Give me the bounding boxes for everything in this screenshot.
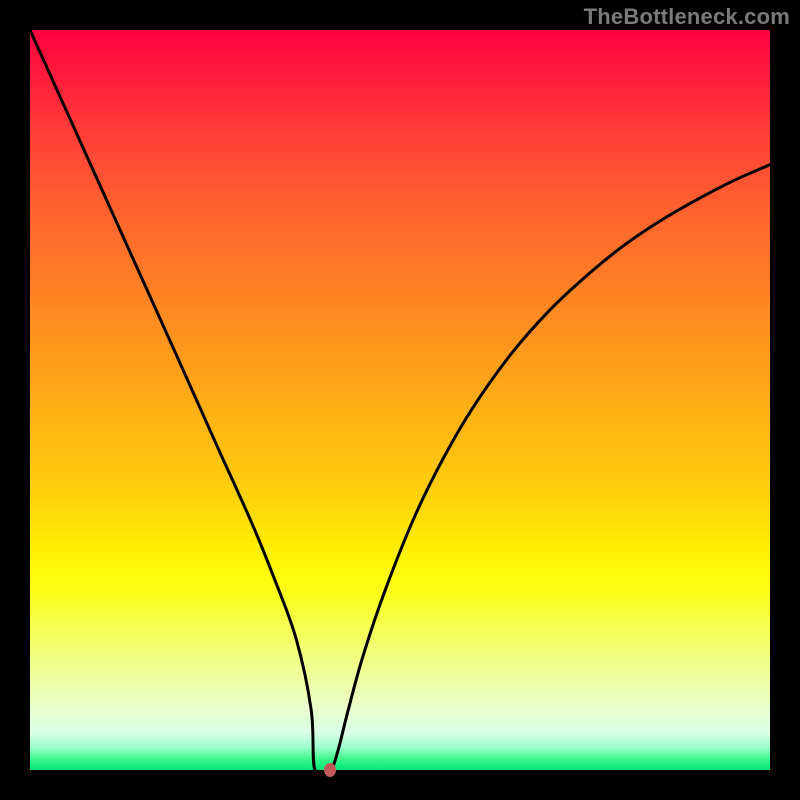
curve-svg xyxy=(30,30,770,770)
chart-frame: TheBottleneck.com xyxy=(0,0,800,800)
plot-area xyxy=(30,30,770,770)
bottleneck-curve xyxy=(30,30,770,770)
optimal-point-marker xyxy=(324,763,336,777)
watermark-text: TheBottleneck.com xyxy=(584,4,790,30)
